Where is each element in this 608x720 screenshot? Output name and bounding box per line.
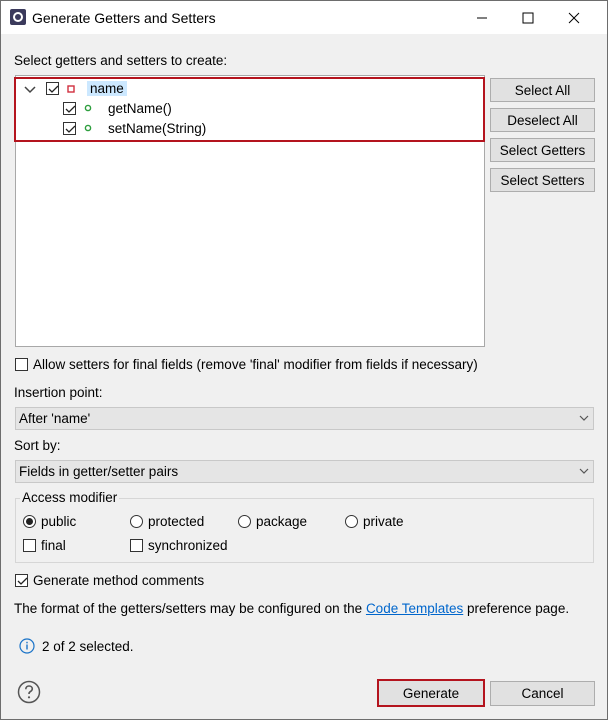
close-button[interactable] (551, 1, 597, 34)
radio-protected-label[interactable]: protected (148, 514, 204, 529)
select-getters-button[interactable]: Select Getters (490, 138, 595, 162)
help-icon[interactable] (17, 680, 41, 704)
allow-final-checkbox[interactable] (15, 358, 28, 371)
allow-final-label[interactable]: Allow setters for final fields (remove '… (33, 357, 478, 372)
window-title: Generate Getters and Setters (32, 10, 216, 26)
generate-label: Generate (402, 685, 460, 701)
info-suffix: preference page. (463, 601, 570, 616)
close-icon (568, 12, 580, 23)
title-bar: Generate Getters and Setters (1, 1, 607, 34)
selection-status: 2 of 2 selected. (42, 639, 134, 654)
select-all-button[interactable]: Select All (490, 78, 595, 102)
final-checkbox[interactable] (23, 539, 36, 552)
minimize-icon (477, 17, 487, 18)
access-modifier-group (15, 498, 594, 563)
radio-private-label[interactable]: private (363, 514, 404, 529)
synchronized-label[interactable]: synchronized (148, 538, 228, 553)
radio-protected[interactable] (130, 515, 143, 528)
dialog-window: Generate Getters and Setters Select gett… (0, 0, 608, 720)
insertion-value: After 'name' (19, 411, 91, 426)
code-templates-link[interactable]: Code Templates (366, 601, 463, 616)
synchronized-checkbox[interactable] (130, 539, 143, 552)
select-setters-button[interactable]: Select Setters (490, 168, 595, 192)
radio-package-label[interactable]: package (256, 514, 307, 529)
eclipse-app-icon (10, 9, 26, 25)
maximize-button[interactable] (505, 1, 551, 34)
radio-private[interactable] (345, 515, 358, 528)
comments-label[interactable]: Generate method comments (33, 573, 204, 588)
chevron-down-icon (579, 468, 589, 474)
radio-package[interactable] (238, 515, 251, 528)
check-icon (17, 577, 28, 585)
sort-select[interactable]: Fields in getter/setter pairs (15, 460, 594, 483)
insertion-select[interactable]: After 'name' (15, 407, 594, 430)
generate-button[interactable]: Generate (377, 679, 485, 707)
comments-checkbox[interactable] (15, 574, 28, 587)
sort-value: Fields in getter/setter pairs (19, 464, 179, 479)
cancel-button[interactable]: Cancel (490, 681, 595, 706)
insertion-label: Insertion point: (14, 385, 103, 400)
maximize-icon (522, 12, 534, 23)
info-icon (19, 638, 35, 654)
chevron-down-icon (579, 415, 589, 421)
info-prefix: The format of the getters/setters may be… (14, 601, 366, 616)
radio-public-label[interactable]: public (41, 514, 76, 529)
deselect-all-button[interactable]: Deselect All (490, 108, 595, 132)
info-text: The format of the getters/setters may be… (14, 601, 569, 616)
access-modifier-label: Access modifier (20, 490, 120, 505)
tree-label: Select getters and setters to create: (14, 53, 228, 68)
final-label[interactable]: final (41, 538, 66, 553)
radio-public[interactable] (23, 515, 36, 528)
minimize-button[interactable] (459, 1, 505, 34)
highlight-box (14, 77, 485, 142)
sort-label: Sort by: (14, 438, 61, 453)
